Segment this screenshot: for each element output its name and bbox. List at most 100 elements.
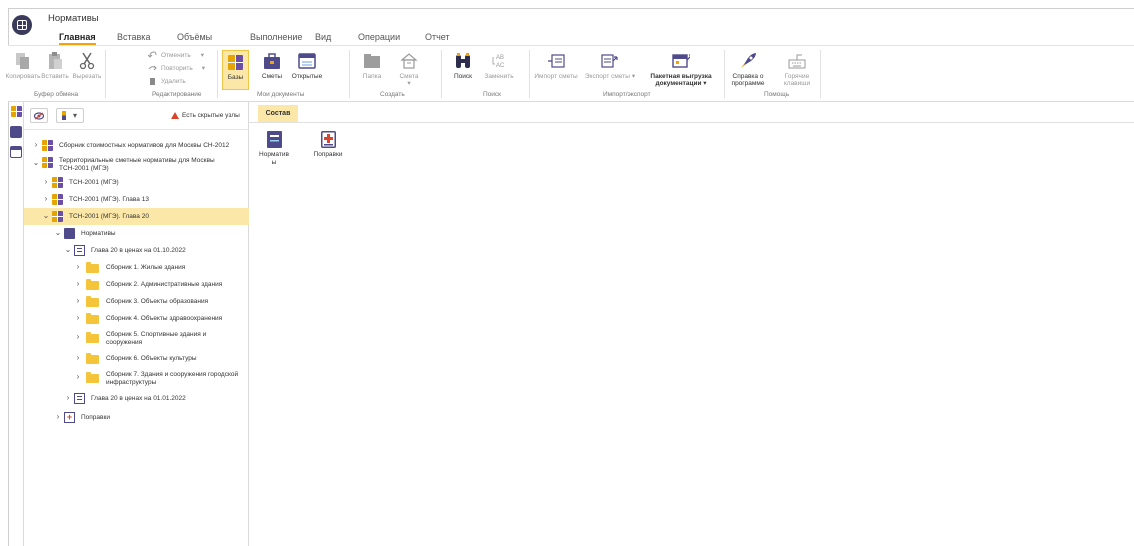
normatives-icon (64, 228, 75, 239)
ribbon-separator (820, 50, 821, 98)
ribbon-tabs: Главная Вставка Объёмы Выполнение Вид Оп… (0, 30, 1134, 45)
tree-view-dropdown[interactable]: ▾ (56, 108, 84, 123)
chevron-right-icon[interactable]: › (74, 373, 82, 381)
estimates-panel-icon[interactable] (10, 126, 22, 138)
import-estimate-button[interactable]: Импорт сметы (534, 50, 578, 80)
folder-icon (86, 262, 99, 273)
undo-button[interactable]: Отменить ▾ (147, 51, 204, 59)
chevron-down-icon[interactable]: ⌄ (32, 159, 40, 167)
app-window: Нормативы Главная Вставка Объёмы Выполне… (0, 0, 1134, 546)
tree-node[interactable]: › ТСН-2001 (МГЭ). Глава 13 (24, 191, 249, 208)
chevron-down-icon[interactable]: ⌄ (54, 229, 62, 237)
cut-button[interactable]: Вырезать (72, 50, 102, 80)
tree-node[interactable]: ⌄ Глава 20 в ценах на 01.10.2022 (24, 242, 249, 259)
chevron-right-icon[interactable]: › (74, 280, 82, 288)
bases-panel-icon[interactable] (11, 106, 22, 117)
tab-insert[interactable]: Вставка (117, 32, 150, 42)
tree-node[interactable]: ⌄ Нормативы (24, 225, 249, 242)
opened-panel-icon[interactable] (10, 146, 22, 158)
content-tab-divider (249, 122, 1134, 123)
folder-button[interactable]: Папка (358, 50, 386, 80)
tree-node[interactable]: › Сборник 2. Административные здания (24, 276, 249, 293)
batch-export-icon (672, 52, 690, 70)
search-button[interactable]: Поиск (449, 50, 477, 80)
redo-icon (148, 64, 157, 72)
group-mydocs-label: Мои документы (257, 91, 305, 98)
tree-node[interactable]: ⌄ Территориальные сметные нормативы для … (24, 154, 249, 176)
ribbon-separator (105, 50, 106, 98)
paste-button[interactable]: Вставить (41, 50, 69, 80)
tab-view[interactable]: Вид (315, 32, 331, 42)
svg-text:AB: AB (496, 55, 504, 61)
tree-node[interactable]: › ТСН-2001 (МГЭ) (24, 174, 249, 191)
chevron-right-icon[interactable]: › (74, 314, 82, 322)
estimates-button[interactable]: Сметы (257, 50, 287, 80)
briefcase-icon (263, 52, 281, 70)
window-title: Нормативы (48, 13, 99, 24)
app-grid-icon (17, 20, 27, 30)
tree-node-selected[interactable]: ⌄ ТСН-2001 (МГЭ). Глава 20 (24, 208, 249, 225)
new-estimate-button[interactable]: Смета ▾ (394, 50, 424, 87)
tab-report[interactable]: Отчет (425, 32, 450, 42)
folder-icon (86, 372, 99, 383)
ribbon-separator (217, 50, 218, 98)
copy-button[interactable]: Копировать (6, 50, 41, 80)
tree-node[interactable]: › Глава 20 в ценах на 01.01.2022 (24, 390, 249, 407)
content-item-corrections[interactable]: Поправки (311, 131, 345, 159)
rocket-icon (739, 52, 757, 70)
export-icon (601, 52, 619, 70)
tree-node[interactable]: › Сборник 3. Объекты образования (24, 293, 249, 310)
bases-button[interactable]: Базы (222, 50, 249, 90)
base-icon (52, 194, 63, 205)
chevron-down-icon[interactable]: ⌄ (42, 212, 50, 220)
ribbon-separator (349, 50, 350, 98)
chevron-right-icon[interactable]: › (42, 178, 50, 186)
opened-button[interactable]: Открытые (291, 50, 323, 80)
tab-main[interactable]: Главная (59, 32, 96, 45)
svg-text:AC: AC (496, 63, 505, 69)
warning-icon (171, 112, 179, 119)
redo-button[interactable]: Повторить ▾ (148, 64, 205, 72)
tree-node[interactable]: › Сборник 7. Здания и сооружения городск… (24, 367, 249, 389)
tab-execution[interactable]: Выполнение (250, 32, 302, 42)
tab-operations[interactable]: Операции (358, 32, 400, 42)
replace-icon: AB AC (490, 52, 508, 70)
chevron-right-icon[interactable]: › (54, 413, 62, 421)
replace-button[interactable]: AB AC Заменить (483, 50, 515, 80)
chevron-right-icon[interactable]: › (74, 333, 82, 341)
content-item-normatives[interactable]: Нормативы (257, 131, 291, 166)
corrections-icon: + (64, 412, 75, 423)
tree-node[interactable]: › Сборник 6. Объекты культуры (24, 350, 249, 367)
chevron-right-icon[interactable]: › (32, 141, 40, 149)
tab-composition[interactable]: Состав (258, 105, 298, 122)
paste-icon (46, 52, 64, 70)
export-estimate-button[interactable]: Экспорт сметы ▾ (585, 50, 635, 80)
hidden-nodes-notice: Есть скрытые узлы (171, 112, 240, 119)
folder-icon (363, 52, 381, 70)
chevron-right-icon[interactable]: › (74, 297, 82, 305)
hotkeys-button[interactable]: Горячие клавиши (779, 50, 815, 87)
tree-node[interactable]: › Сборник стоимостных нормативов для Мос… (24, 137, 249, 154)
chevron-right-icon[interactable]: › (42, 195, 50, 203)
about-button[interactable]: Справка о программе (728, 50, 768, 87)
group-help-label: Помощь (764, 91, 790, 98)
group-create-label: Создать (380, 91, 405, 98)
chevron-right-icon[interactable]: › (64, 394, 72, 402)
chevron-down-icon[interactable]: ⌄ (64, 246, 72, 254)
chevron-down-icon: ▾ (631, 73, 636, 80)
folder-icon (86, 313, 99, 324)
tree-toolbar: ▾ Есть скрытые узлы (24, 102, 249, 130)
tree-panel: ▾ Есть скрытые узлы › Сборник стоимостны… (24, 102, 249, 546)
chevron-right-icon[interactable]: › (74, 354, 82, 362)
tree-node[interactable]: › + Поправки (24, 409, 249, 426)
base-icon (42, 140, 53, 151)
show-hidden-button[interactable] (30, 108, 48, 123)
tab-volumes[interactable]: Объёмы (177, 32, 212, 42)
copy-icon (14, 52, 32, 70)
tree-node[interactable]: › Сборник 1. Жилые здания (24, 259, 249, 276)
delete-button[interactable]: Удалить (148, 77, 186, 85)
tree-node[interactable]: › Сборник 4. Объекты здравоохранения (24, 310, 249, 327)
tree-node[interactable]: › Сборник 5. Спортивные здания и сооруже… (24, 327, 249, 349)
chevron-right-icon[interactable]: › (74, 263, 82, 271)
batch-export-button[interactable]: Пакетная выгрузка документации ▾ (648, 50, 714, 87)
